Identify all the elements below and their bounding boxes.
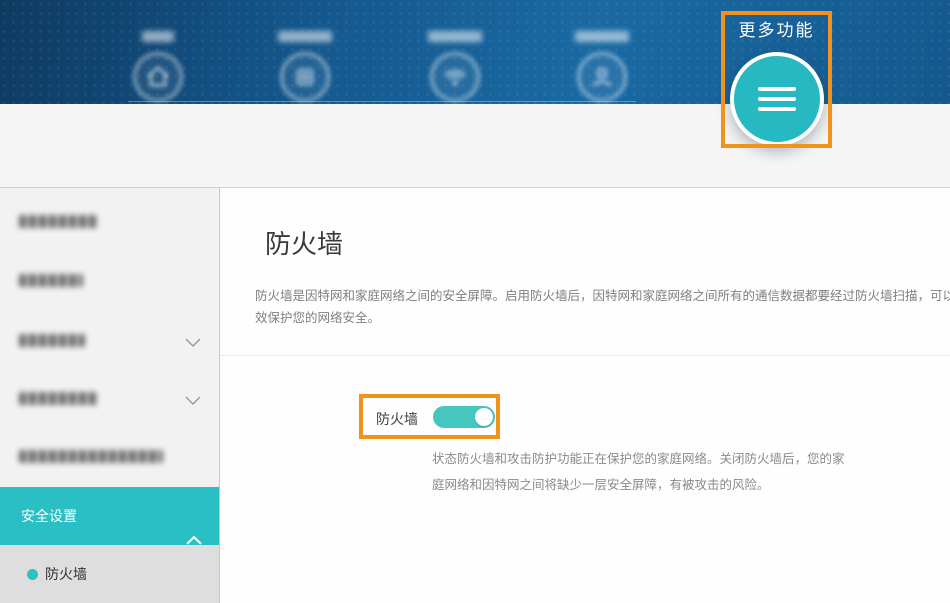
security-settings-label: 安全设置 bbox=[21, 508, 77, 524]
more-functions-button[interactable] bbox=[730, 52, 824, 146]
sidebar-item-blurred-2[interactable] bbox=[19, 274, 83, 287]
nav-item-blurred-4[interactable] bbox=[547, 0, 657, 104]
sidebar-item-blurred-4[interactable] bbox=[19, 392, 97, 405]
main-content: 防火墙 防火墙是因特网和家庭网络之间的安全屏障。启用防火墙后，因特网和家庭网络之… bbox=[220, 188, 950, 603]
sidebar: 安全设置 防火墙 bbox=[0, 188, 220, 603]
chevron-down-icon bbox=[185, 393, 201, 403]
more-functions-label: 更多功能 bbox=[721, 16, 832, 41]
toggle-description: 状态防火墙和攻击防护功能正在保护您的家庭网络。关闭防火墙后，您的家 庭网络和因特… bbox=[432, 446, 845, 498]
firewall-description: 防火墙是因特网和家庭网络之间的安全屏障。启用防火墙后，因特网和家庭网络之间所有的… bbox=[255, 285, 950, 329]
firewall-toggle-label: 防火墙 bbox=[376, 409, 418, 429]
chevron-down-icon bbox=[185, 335, 201, 345]
nav-label-blurred bbox=[278, 31, 332, 42]
router-admin-page: 更多功能 安全设置 防火墙 防火墙 bbox=[0, 0, 950, 603]
nav-label-blurred bbox=[428, 31, 482, 42]
sidebar-item-blurred-5[interactable] bbox=[19, 450, 163, 463]
sidebar-item-firewall[interactable]: 防火墙 bbox=[0, 545, 219, 603]
sidebar-item-blurred-3[interactable] bbox=[19, 334, 85, 347]
firewall-toggle-switch[interactable] bbox=[433, 406, 495, 428]
wifi-icon bbox=[430, 52, 480, 102]
active-bullet-dot bbox=[27, 569, 38, 580]
nav-item-blurred-1[interactable] bbox=[103, 0, 213, 104]
page-title: 防火墙 bbox=[265, 224, 343, 261]
sidebar-item-security-settings[interactable]: 安全设置 bbox=[0, 487, 219, 545]
nav-item-blurred-3[interactable] bbox=[400, 0, 510, 104]
hamburger-menu-icon bbox=[758, 87, 796, 91]
device-icon bbox=[280, 52, 330, 102]
user-icon bbox=[577, 52, 627, 102]
chevron-up-icon bbox=[186, 511, 202, 521]
section-divider bbox=[220, 355, 950, 356]
nav-item-blurred-2[interactable] bbox=[250, 0, 360, 104]
home-icon bbox=[133, 52, 183, 102]
sidebar-item-blurred-1[interactable] bbox=[19, 215, 97, 228]
firewall-item-label: 防火墙 bbox=[45, 545, 87, 603]
nav-label-blurred bbox=[575, 31, 629, 42]
nav-label-blurred bbox=[142, 31, 174, 42]
toggle-knob bbox=[475, 408, 493, 426]
